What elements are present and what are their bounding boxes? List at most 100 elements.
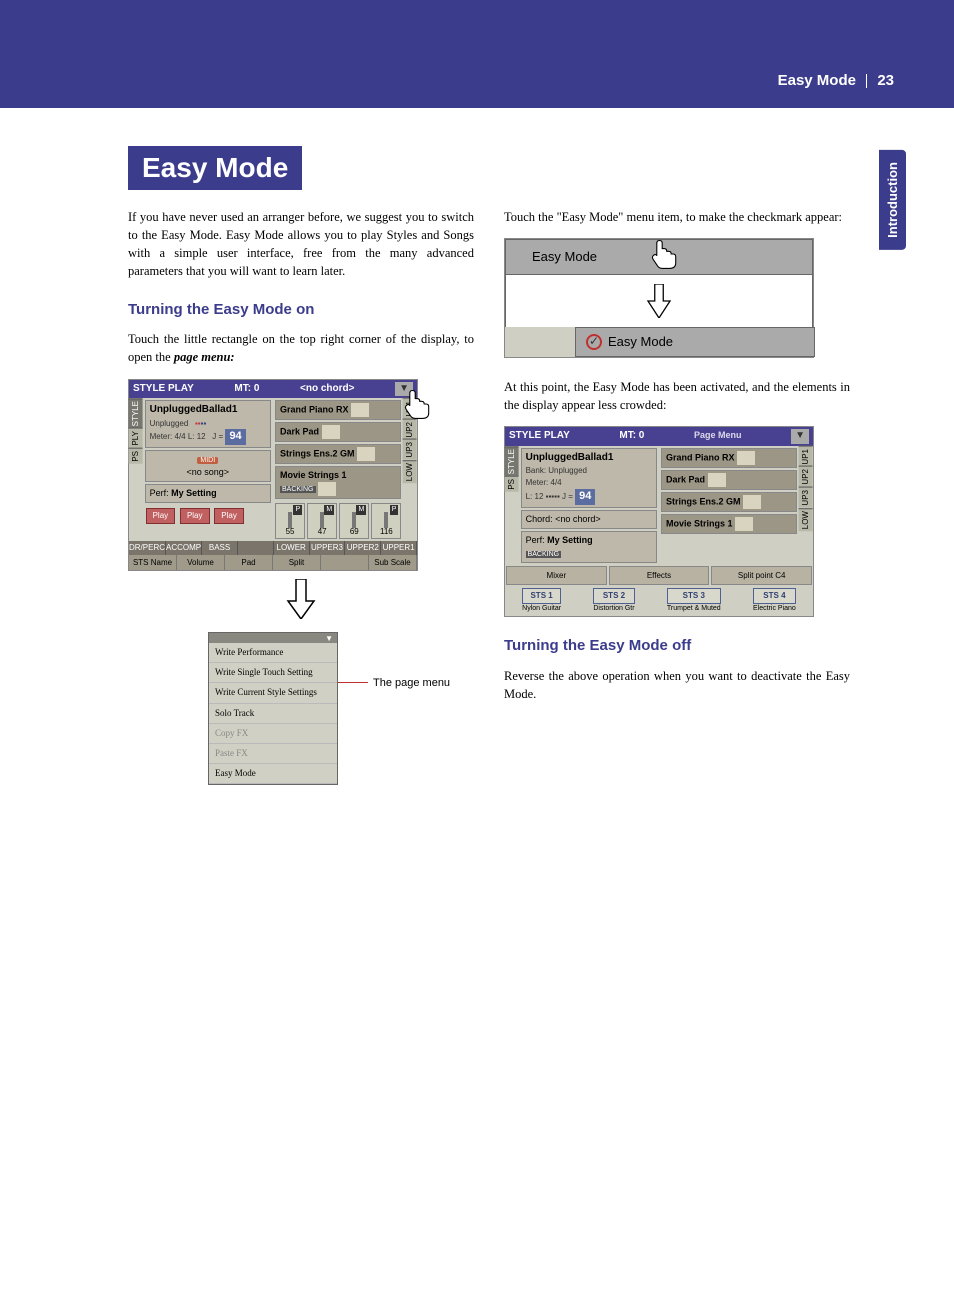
- menu-item-disabled: Copy FX: [209, 724, 337, 744]
- style-name: UnpluggedBallad1: [150, 403, 266, 418]
- vtab-up2[interactable]: UP2: [799, 466, 813, 487]
- sts-row: STS 1 Nylon Guitar STS 2 Distortion Gtr …: [505, 586, 813, 616]
- annotation-label: The page menu: [373, 676, 450, 692]
- vtab-up3[interactable]: UP3: [403, 439, 417, 460]
- sound-cell-2[interactable]: Dark Pad: [275, 422, 401, 442]
- touch-easy-mode-paragraph: Touch the "Easy Mode" menu item, to make…: [504, 208, 850, 226]
- page-menu-label[interactable]: Page Menu: [694, 429, 742, 444]
- easy-mode-row-unchecked[interactable]: Easy Mode: [505, 239, 813, 275]
- turn-off-paragraph: Reverse the above operation when you wan…: [504, 667, 850, 703]
- sts-button[interactable]: STS 1: [522, 588, 561, 604]
- vtab-up1[interactable]: UP1: [799, 446, 813, 467]
- track-button-row: DR/PERC ACCOMP BASS LOWER UPPER3 UPPER2 …: [129, 541, 417, 555]
- menu-item[interactable]: Solo Track: [209, 704, 337, 724]
- strings-icon: [357, 447, 375, 461]
- perf-value: My Setting: [171, 488, 217, 498]
- page-title: Easy Mode: [128, 146, 302, 190]
- running-head-text: Easy Mode: [778, 72, 856, 89]
- easy-mode-screenshot: STYLE PLAY MT: 0 Page Menu ▼ STYLE PS Un…: [504, 426, 814, 617]
- play-button[interactable]: Play: [214, 508, 244, 524]
- easy-mode-toggle-illustration: Easy Mode ✓ Easy Mode: [504, 238, 814, 358]
- activated-paragraph: At this point, the Easy Mode has been ac…: [504, 378, 850, 414]
- vtab-up3[interactable]: UP3: [799, 487, 813, 508]
- effects-button[interactable]: Effects: [609, 566, 710, 586]
- fader[interactable]: P55: [275, 503, 305, 539]
- arrow-down-icon: [128, 579, 474, 624]
- page-menu-trigger-icon[interactable]: ▼: [791, 429, 809, 444]
- vtab-ps[interactable]: PS: [129, 448, 143, 464]
- piano-icon: [737, 451, 755, 465]
- style-cell[interactable]: UnpluggedBallad1 Unplugged ▪▪▪▪ Meter: 4…: [145, 400, 271, 448]
- strings2-icon: [318, 482, 336, 496]
- menu-item-disabled: Paste FX: [209, 744, 337, 764]
- perf-cell[interactable]: Perf: My Setting BACKING: [521, 531, 657, 563]
- sts-button[interactable]: STS 4: [753, 588, 796, 604]
- side-tab-introduction: Introduction: [879, 150, 906, 250]
- intro-paragraph: If you have never used an arranger befor…: [128, 208, 474, 281]
- hand-cursor-icon: [646, 236, 682, 272]
- easy-mode-label: Easy Mode: [532, 248, 597, 267]
- vtab-style[interactable]: STYLE: [129, 398, 143, 428]
- subhead-turn-off: Turning the Easy Mode off: [504, 635, 850, 657]
- sts-button[interactable]: STS 3: [667, 588, 721, 604]
- page-menu-dropdown: ▼ Write Performance Write Single Touch S…: [208, 632, 338, 784]
- lcd2-header: STYLE PLAY MT: 0 Page Menu ▼: [505, 427, 813, 446]
- lcd-header-title: STYLE PLAY: [133, 382, 194, 397]
- arrow-down-icon: [646, 284, 672, 318]
- tempo-value: 94: [225, 429, 245, 445]
- arrow-spacer: [505, 275, 813, 327]
- easy-mode-label: Easy Mode: [608, 333, 673, 352]
- page-menu-illustration: ▼ Write Performance Write Single Touch S…: [128, 632, 474, 784]
- strings-icon: [743, 495, 761, 509]
- sound-cell-3[interactable]: Strings Ens.2 GM: [275, 444, 401, 464]
- play-button[interactable]: Play: [146, 508, 176, 524]
- menu-item[interactable]: Write Performance: [209, 643, 337, 663]
- lcd-header: STYLE PLAY MT: 0 <no chord> ▼: [129, 380, 417, 399]
- right-column: Touch the "Easy Mode" menu item, to make…: [504, 208, 850, 785]
- sts-button[interactable]: STS 2: [593, 588, 634, 604]
- dropdown-arrow-icon[interactable]: ▼: [209, 633, 337, 643]
- vtab-ply[interactable]: PLY: [129, 428, 143, 448]
- fader[interactable]: M47: [307, 503, 337, 539]
- perf-cell[interactable]: Perf: My Setting: [145, 484, 271, 503]
- left-column: If you have never used an arranger befor…: [128, 208, 474, 785]
- page-number: 23: [877, 72, 894, 89]
- subhead-turn-on: Turning the Easy Mode on: [128, 299, 474, 321]
- lcd-header-mt: MT: 0: [234, 382, 259, 397]
- bottom-tab-row: STS Name Volume Pad Split Sub Scale: [129, 555, 417, 571]
- song-cell[interactable]: MIDI <no song>: [145, 450, 271, 482]
- header-band: Easy Mode 23: [0, 0, 954, 108]
- strings2-icon: [735, 517, 753, 531]
- vtab-low[interactable]: LOW: [403, 460, 417, 483]
- easy-mode-row-checked[interactable]: ✓ Easy Mode: [575, 327, 815, 357]
- bottom-button-row: Mixer Effects Split point C4: [505, 565, 813, 587]
- vtab-low[interactable]: LOW: [799, 508, 813, 531]
- midi-badge: MIDI: [197, 457, 218, 464]
- running-head: Easy Mode 23: [778, 72, 894, 89]
- sound-cell-4[interactable]: Movie Strings 1BACKING: [275, 466, 401, 499]
- chord-cell[interactable]: Chord: <no chord>: [521, 510, 657, 529]
- play-button[interactable]: Play: [180, 508, 210, 524]
- pad-icon: [322, 425, 340, 439]
- mixer-button[interactable]: Mixer: [506, 566, 607, 586]
- menu-item-easy-mode[interactable]: Easy Mode: [209, 764, 337, 784]
- menu-item[interactable]: Write Current Style Settings: [209, 683, 337, 703]
- lcd-header-chord: <no chord>: [300, 382, 354, 397]
- vtab-ps[interactable]: PS: [505, 476, 519, 492]
- split-point-button[interactable]: Split point C4: [711, 566, 812, 586]
- style-play-screenshot: STYLE PLAY MT: 0 <no chord> ▼ STYLE PLY …: [128, 379, 418, 572]
- tempo-value: 94: [575, 489, 595, 505]
- vtab-style[interactable]: STYLE: [505, 446, 519, 476]
- sound-cell-2[interactable]: Dark Pad: [661, 470, 797, 490]
- sound-cell-4[interactable]: Movie Strings 1: [661, 514, 797, 534]
- fader[interactable]: P116: [371, 503, 401, 539]
- menu-item[interactable]: Write Single Touch Setting: [209, 663, 337, 683]
- style-cell[interactable]: UnpluggedBallad1 Bank: Unplugged Meter: …: [521, 448, 657, 508]
- song-name: <no song>: [187, 467, 230, 477]
- annotation-line: [338, 682, 368, 683]
- sound-cell-3[interactable]: Strings Ens.2 GM: [661, 492, 797, 512]
- sound-cell-1[interactable]: Grand Piano RX: [661, 448, 797, 468]
- fader[interactable]: M69: [339, 503, 369, 539]
- open-page-menu-paragraph: Touch the little rectangle on the top ri…: [128, 330, 474, 366]
- sound-cell-1[interactable]: Grand Piano RX: [275, 400, 401, 420]
